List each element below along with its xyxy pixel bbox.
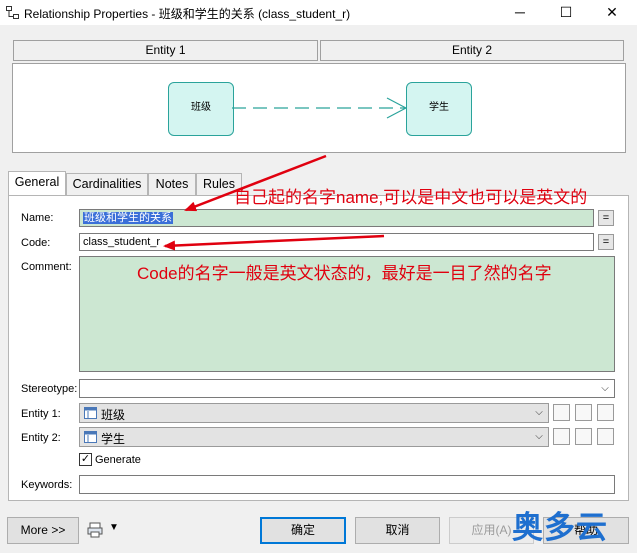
chevron-down-icon[interactable]: ⌵ — [532, 430, 546, 444]
stereotype-combo[interactable]: ⌵ — [79, 379, 615, 398]
entity-properties-icon[interactable] — [597, 428, 614, 445]
entity1-label: Entity 1: — [21, 408, 61, 420]
chevron-down-icon[interactable]: ⌵ — [532, 406, 546, 420]
entity-properties-icon[interactable] — [597, 404, 614, 421]
watermark-logo: 奥多云 — [512, 510, 608, 545]
entity-icon — [84, 407, 97, 419]
keywords-field[interactable] — [79, 475, 615, 494]
create-entity-icon[interactable] — [553, 428, 570, 445]
generate-checkbox[interactable]: ✓ — [79, 453, 92, 466]
entity2-combo[interactable]: 学生 ⌵ — [79, 427, 549, 447]
generate-label: Generate — [95, 454, 141, 466]
dropdown-arrow-icon: ▼ — [109, 522, 119, 533]
entity1-value: 班级 — [101, 408, 126, 422]
annotation-arrows — [163, 154, 385, 251]
more-button[interactable]: More >> — [7, 517, 79, 544]
entity2-label: Entity 2: — [21, 432, 61, 444]
print-icon — [87, 522, 103, 538]
entity-icon — [84, 431, 97, 443]
stereotype-label: Stereotype: — [21, 383, 78, 395]
create-entity-icon[interactable] — [553, 404, 570, 421]
chevron-down-icon[interactable]: ⌵ — [598, 382, 612, 396]
cancel-button[interactable]: 取消 — [355, 517, 440, 544]
entity2-value: 学生 — [101, 432, 126, 446]
entity1-combo[interactable]: 班级 ⌵ — [79, 403, 549, 423]
ok-button[interactable]: 确定 — [260, 517, 346, 544]
keywords-label: Keywords: — [21, 479, 73, 491]
find-entity-icon[interactable] — [575, 428, 592, 445]
find-entity-icon[interactable] — [575, 404, 592, 421]
print-menu-button[interactable]: ▼ — [85, 520, 123, 540]
